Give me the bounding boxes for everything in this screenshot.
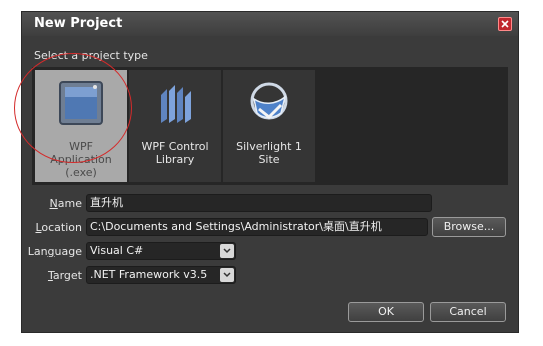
target-value: .NET Framework v3.5	[90, 268, 208, 281]
project-type-wpf-application[interactable]: WPF Application (.exe)	[35, 70, 127, 182]
project-type-list: WPF Application (.exe) WPF Control Libra…	[32, 67, 508, 185]
name-label: Name	[49, 197, 82, 210]
target-label: Target	[47, 269, 82, 282]
project-type-label-wpf-control-library: WPF Control Library	[141, 140, 209, 166]
silverlight-icon	[250, 82, 288, 120]
project-type-label-silverlight-site: Silverlight 1 Site	[236, 140, 302, 166]
ok-button[interactable]: OK	[348, 302, 424, 322]
chevron-down-icon[interactable]	[220, 244, 234, 258]
language-value: Visual C#	[90, 244, 144, 257]
browse-button[interactable]: Browse...	[432, 217, 506, 237]
project-type-silverlight-site[interactable]: Silverlight 1 Site	[223, 70, 315, 182]
title-bar[interactable]: New Project	[22, 12, 518, 36]
target-select[interactable]: .NET Framework v3.5	[86, 266, 236, 284]
name-field[interactable]: 直升机	[86, 194, 432, 212]
new-project-dialog: New Project Select a project type WPF Ap…	[14, 11, 519, 333]
project-type-wpf-control-library[interactable]: WPF Control Library	[129, 70, 221, 182]
location-label: Location	[35, 221, 82, 234]
location-field[interactable]: C:\Documents and Settings\Administrator\…	[86, 218, 428, 236]
wpf-control-library-icon	[161, 85, 191, 123]
project-type-label: Select a project type	[34, 49, 148, 62]
project-type-label-wpf-application: WPF Application (.exe)	[50, 140, 112, 179]
dialog-title: New Project	[34, 16, 123, 31]
close-icon	[501, 20, 509, 28]
cancel-button[interactable]: Cancel	[430, 302, 506, 322]
wpf-application-icon	[59, 81, 103, 125]
language-select[interactable]: Visual C#	[86, 242, 236, 260]
close-button[interactable]	[498, 17, 512, 31]
chevron-down-icon[interactable]	[220, 268, 234, 282]
language-label: Language	[27, 245, 82, 258]
